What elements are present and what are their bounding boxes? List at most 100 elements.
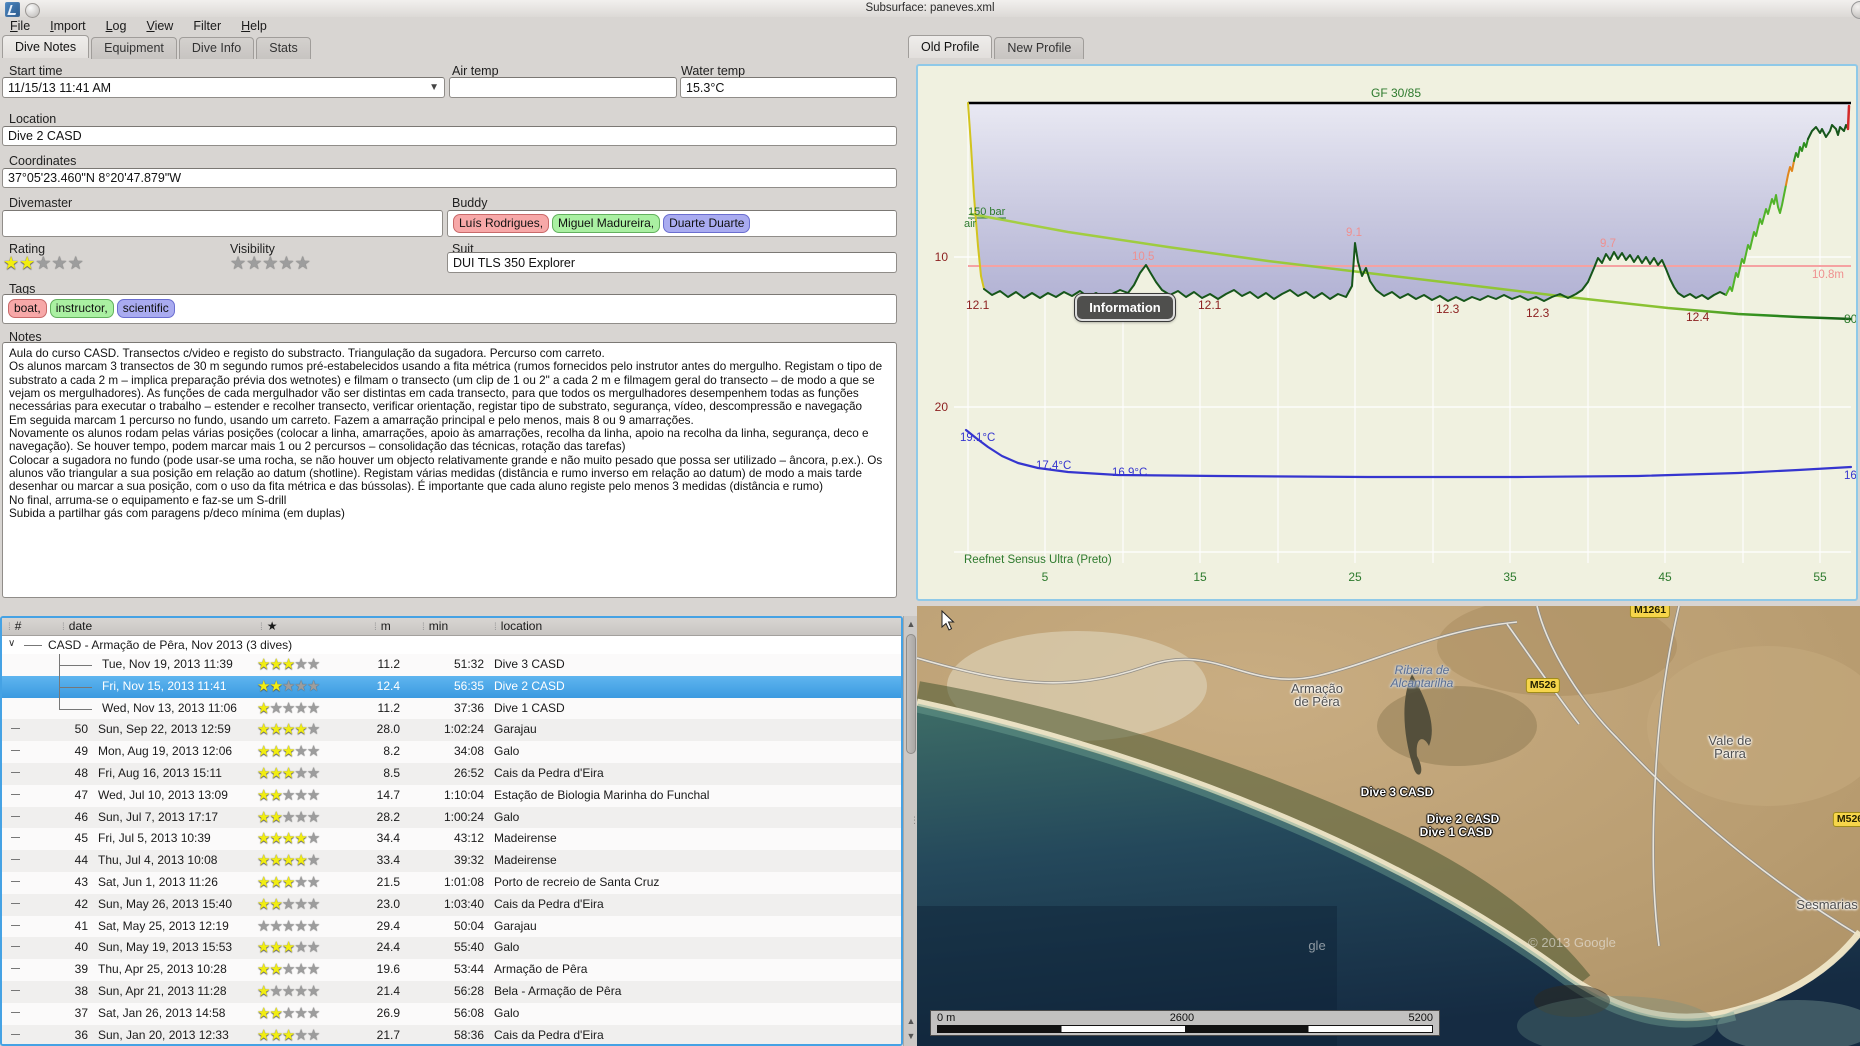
chevron-down-icon[interactable]: ▼ bbox=[429, 82, 439, 93]
information-button[interactable]: Information bbox=[1074, 293, 1176, 322]
dive-location: Bela - Armação de Pêra bbox=[494, 983, 622, 998]
dive-row[interactable]: 40 Sun, May 19, 2013 15:53 ★★★★★ 24.4 55:40 G… bbox=[2, 937, 901, 960]
tree-dash bbox=[11, 837, 20, 839]
star-filled-icon: ★ bbox=[269, 764, 282, 782]
chart-label: 15 bbox=[1193, 570, 1207, 584]
tab-new-profile[interactable]: New Profile bbox=[994, 37, 1085, 59]
buddy-field[interactable]: Luís Rodrigues, Miguel Madureira, Duarte D… bbox=[447, 210, 897, 237]
trip-header-row[interactable]: ∨ CASD - Armação de Pêra, Nov 2013 (3 div… bbox=[2, 636, 901, 654]
dive-row-selected[interactable]: Fri, Nov 15, 2013 11:41 ★★★★★ 12.4 56:35 Div… bbox=[2, 675, 901, 698]
dive-row[interactable]: 38 Sun, Apr 21, 2013 11:28 ★★★★★ 21.4 56:28 B… bbox=[2, 980, 901, 1003]
tree-dash bbox=[11, 815, 20, 817]
dive-row[interactable]: 44 Thu, Jul 4, 2013 10:08 ★★★★★ 33.4 39:32 Ma… bbox=[2, 850, 901, 872]
dive-row[interactable]: 37 Sat, Jan 26, 2013 14:58 ★★★★★ 26.9 56:08 G… bbox=[2, 1002, 901, 1025]
star-filled-icon: ★ bbox=[257, 939, 270, 957]
rating-stars[interactable]: ★★★★★ bbox=[3, 254, 84, 274]
menu-bar: File Import Log View Filter Help bbox=[0, 17, 1860, 36]
tab-dive-notes[interactable]: Dive Notes bbox=[2, 35, 90, 58]
dive-depth: 21.5 bbox=[376, 874, 400, 889]
tab-old-profile[interactable]: Old Profile bbox=[908, 35, 993, 58]
column-header-date[interactable]: date bbox=[62, 619, 92, 633]
notes-textarea[interactable]: Aula do curso CASD. Transectos c/video e… bbox=[2, 342, 897, 598]
dive-rating-stars: ★★★★★ bbox=[257, 743, 320, 761]
star-empty-icon: ★ bbox=[281, 808, 295, 826]
dive-row[interactable]: 47 Wed, Jul 10, 2013 13:09 ★★★★★ 14.7 1:10:0… bbox=[2, 784, 901, 807]
dive-row[interactable]: 49 Mon, Aug 19, 2013 12:06 ★★★★★ 8.2 34:08 Ga… bbox=[2, 741, 901, 763]
column-header-num[interactable]: # bbox=[8, 619, 22, 633]
dive-duration: 39:32 bbox=[453, 853, 484, 868]
dive-row[interactable]: 39 Thu, Apr 25, 2013 10:28 ★★★★★ 19.6 53:44 A… bbox=[2, 959, 901, 981]
dive-rating-stars: ★★★★★ bbox=[257, 677, 320, 696]
star-empty-icon: ★ bbox=[281, 917, 295, 935]
chart-label: 80 bbox=[1844, 312, 1856, 326]
suit-field[interactable]: DUI TLS 350 Explorer bbox=[447, 252, 897, 273]
notebook-tabs-right: Old Profile New Profile bbox=[908, 35, 1086, 59]
dive-row[interactable]: 43 Sat, Jun 1, 2013 11:26 ★★★★★ 21.5 1:01:08… bbox=[2, 871, 901, 894]
dive-row[interactable]: 46 Sun, Jul 7, 2013 17:17 ★★★★★ 28.2 1:00:24… bbox=[2, 806, 901, 829]
divemaster-field[interactable] bbox=[2, 210, 443, 237]
star-empty-icon: ★ bbox=[294, 961, 307, 979]
star-filled-icon: ★ bbox=[281, 939, 295, 957]
star-empty-icon: ★ bbox=[294, 895, 307, 913]
air-temp-field[interactable] bbox=[449, 77, 677, 98]
tree-dash bbox=[11, 902, 20, 904]
scale-mid: 2600 bbox=[1169, 1012, 1195, 1024]
dive-row[interactable]: 45 Fri, Jul 5, 2013 10:39 ★★★★★ 34.4 43:12 Ma… bbox=[2, 828, 901, 851]
splitter-handle[interactable]: ⋮ bbox=[910, 816, 919, 832]
star-empty-icon: ★ bbox=[294, 982, 307, 1000]
star-filled-icon: ★ bbox=[294, 830, 307, 848]
dive-row[interactable]: 50 Sun, Sep 22, 2013 12:59 ★★★★★ 28.0 1:02:2… bbox=[2, 719, 901, 742]
scroll-up2-icon[interactable]: ▲ bbox=[905, 1014, 917, 1028]
menu-import[interactable]: Import bbox=[40, 17, 95, 36]
dive-list-header[interactable]: # date ★ m min location bbox=[2, 618, 901, 636]
star-empty-icon: ★ bbox=[269, 982, 282, 1000]
star-empty-icon: ★ bbox=[306, 786, 320, 804]
dive-site-map[interactable]: Ribeira de Alcantarilha Armação de Pêra Va… bbox=[917, 606, 1860, 1046]
star-filled-icon: ★ bbox=[257, 786, 270, 804]
column-header-stars[interactable]: ★ bbox=[260, 619, 278, 633]
dive-row[interactable]: 41 Sat, May 25, 2013 12:19 ★★★★★ 29.4 50:04 G… bbox=[2, 915, 901, 938]
dive-row[interactable]: 42 Sun, May 26, 2013 15:40 ★★★★★ 23.0 1:03:4… bbox=[2, 893, 901, 916]
menu-filter[interactable]: Filter bbox=[183, 17, 231, 36]
menu-help[interactable]: Help bbox=[231, 17, 277, 36]
temperature-line bbox=[964, 428, 1853, 479]
menu-log[interactable]: Log bbox=[96, 17, 137, 36]
column-header-location[interactable]: location bbox=[494, 619, 542, 633]
chart-label: Reefnet Sensus Ultra (Preto) bbox=[964, 554, 1112, 566]
start-time-combobox[interactable]: 11/15/13 11:41 AM ▼ bbox=[2, 77, 445, 98]
location-field[interactable]: Dive 2 CASD bbox=[2, 126, 897, 146]
chart-label: 16 bbox=[1844, 470, 1856, 482]
dive-row[interactable]: 36 Sun, Jan 20, 2013 12:33 ★★★★★ 21.7 58:36 C… bbox=[2, 1024, 901, 1044]
scrollbar-thumb[interactable] bbox=[906, 634, 916, 754]
column-header-m[interactable]: m bbox=[374, 619, 391, 633]
dive-rating-stars: ★★★★★ bbox=[257, 808, 320, 827]
scroll-down-icon[interactable]: ▼ bbox=[905, 1029, 917, 1043]
buddy-chip: Miguel Madureira, bbox=[552, 214, 661, 233]
dive-row[interactable]: Wed, Nov 13, 2013 11:06 ★★★★★ 11.2 37:36 Div… bbox=[2, 697, 901, 720]
tab-equipment[interactable]: Equipment bbox=[91, 37, 177, 59]
dive-location: Dive 1 CASD bbox=[494, 700, 565, 715]
star-empty-icon: ★ bbox=[294, 917, 307, 935]
trip-title: CASD - Armação de Pêra, Nov 2013 (3 dive… bbox=[48, 638, 293, 652]
water-temp-field[interactable]: 15.3°C bbox=[680, 77, 897, 98]
collapse-caret-icon[interactable]: ∨ bbox=[8, 638, 15, 649]
column-header-min[interactable]: min bbox=[422, 619, 448, 633]
menu-view[interactable]: View bbox=[136, 17, 183, 36]
visibility-stars[interactable]: ★★★★★ bbox=[230, 254, 311, 274]
coordinates-field[interactable]: 37°05'23.460"N 8°20'47.879"W bbox=[2, 168, 897, 188]
tags-field[interactable]: boat, instructor, scientific bbox=[2, 294, 897, 324]
dive-depth: 34.4 bbox=[376, 831, 400, 846]
tab-stats[interactable]: Stats bbox=[256, 37, 311, 59]
star-empty-icon: ★ bbox=[35, 253, 52, 273]
tab-dive-info[interactable]: Dive Info bbox=[178, 37, 255, 59]
star-filled-icon: ★ bbox=[257, 677, 270, 695]
dive-row[interactable]: 48 Fri, Aug 16, 2013 15:11 ★★★★★ 8.5 26:52 Ca… bbox=[2, 762, 901, 785]
dive-rating-stars: ★★★★★ bbox=[257, 764, 320, 783]
dive-rating-stars: ★★★★★ bbox=[257, 852, 320, 870]
dive-number: 47 bbox=[74, 787, 88, 802]
star-filled-icon: ★ bbox=[281, 873, 295, 891]
scroll-up-icon[interactable]: ▲ bbox=[905, 617, 917, 631]
dive-row[interactable]: Tue, Nov 19, 2013 11:39 ★★★★★ 11.2 51:32 Div… bbox=[2, 654, 901, 676]
chart-label: 12.3 bbox=[1526, 306, 1550, 320]
menu-file[interactable]: File bbox=[0, 17, 40, 36]
